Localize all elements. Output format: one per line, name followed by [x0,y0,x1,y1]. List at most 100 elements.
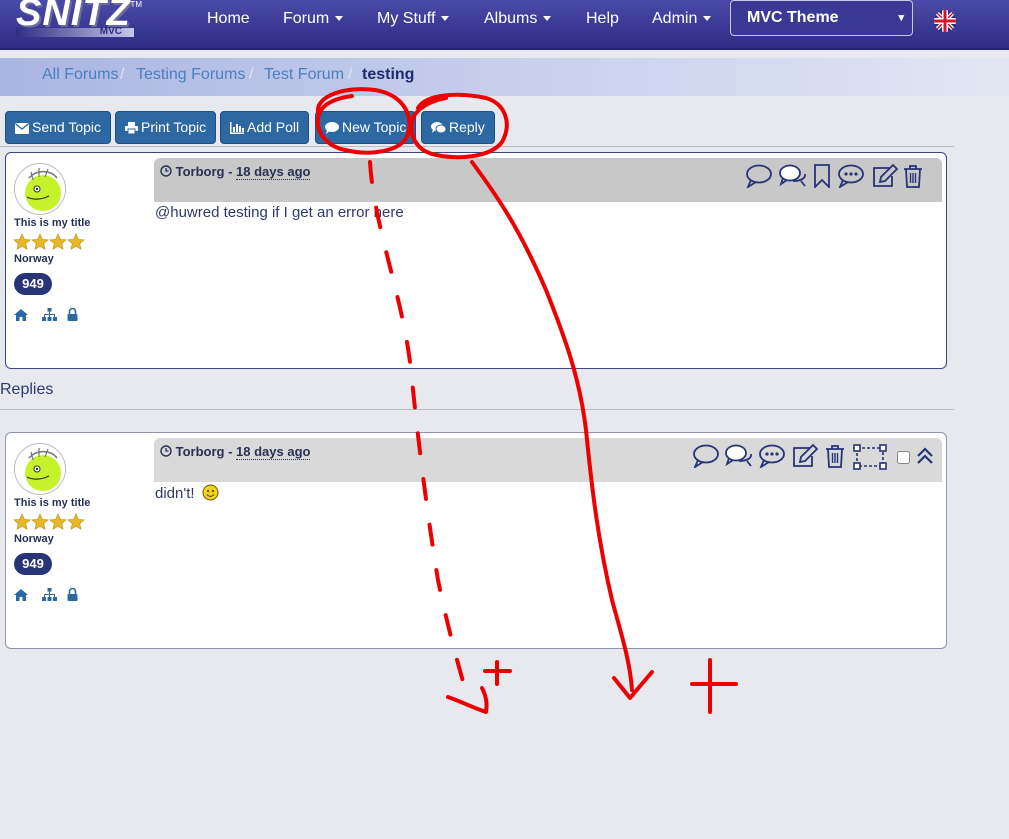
reply-button[interactable]: Reply [421,111,495,144]
post-header: Torborg - 18 days ago [154,438,942,482]
print-topic-button[interactable]: Print Topic [115,111,217,144]
nav-albums-label: Albums [484,10,538,27]
quote-icon[interactable] [693,444,719,473]
delete-icon[interactable] [825,444,845,473]
print-topic-label: Print Topic [141,119,207,135]
sitemap-icon[interactable] [42,308,57,326]
reply-post-icon[interactable] [838,164,864,193]
divider [0,146,954,147]
post-count-badge: 949 [14,553,52,575]
post-date: 18 days ago [236,164,311,180]
plus-small [483,660,512,686]
lock-icon[interactable] [67,587,78,606]
user-title: This is my title [14,497,91,509]
author-name[interactable]: Torborg [176,444,225,459]
send-topic-label: Send Topic [32,119,102,135]
bookmark-icon[interactable] [813,164,831,193]
theme-select-value: MVC Theme [747,9,839,26]
nav-home[interactable]: Home [207,9,250,29]
divider [0,409,954,410]
nav-my-stuff-label: My Stuff [377,10,436,27]
new-topic-button[interactable]: New Topic [315,111,417,144]
edit-icon[interactable] [792,443,819,473]
logo-tm: TM [130,0,142,9]
edit-icon[interactable] [872,163,899,193]
author-separator: - [224,164,237,179]
nav-help[interactable]: Help [586,9,619,29]
breadcrumb-separator: / [120,66,125,83]
caret-down-icon [335,16,344,22]
select-checkbox[interactable] [897,451,910,469]
sitemap-icon[interactable] [42,588,57,606]
replies-heading: Replies [0,381,54,398]
print-icon [125,122,138,135]
new-topic-label: New Topic [342,119,407,135]
breadcrumb: All Forums / Testing Forums / Test Forum… [0,58,1009,96]
quote-icon[interactable] [746,164,772,193]
caret-down-icon [703,16,712,22]
post-body: @huwred testing if I get an error here [155,204,404,221]
dashed-arrow-head [446,686,489,714]
nav-albums[interactable]: Albums [484,9,552,29]
avatar[interactable] [14,163,66,215]
reply-post: This is my title Norway 949 Torborg - 18… [5,432,947,649]
nav-forum-label: Forum [283,10,330,27]
envelope-icon [15,123,29,134]
theme-select[interactable]: MVC Theme ▾ [730,0,913,36]
clock-icon [160,445,172,457]
post-count-badge: 949 [14,273,52,295]
nav-admin[interactable]: Admin [652,9,712,29]
breadcrumb-testing-forums[interactable]: Testing Forums [136,66,245,84]
comment-icon [325,122,339,134]
send-topic-button[interactable]: Send Topic [5,111,112,144]
breadcrumb-separator: / [348,66,353,83]
nav-admin-label: Admin [652,10,698,27]
plus-large [690,658,738,714]
smile-emoji-icon [202,484,219,501]
add-poll-button[interactable]: Add Poll [220,111,310,144]
user-country: Norway [14,253,54,265]
post-author: Torborg - 18 days ago [160,164,311,180]
breadcrumb-current: testing [362,66,415,83]
reply-label: Reply [449,119,485,135]
post-body: didn't! [155,484,219,502]
avatar[interactable] [14,443,66,495]
user-title: This is my title [14,217,91,229]
post-header: Torborg - 18 days ago [154,158,942,202]
navbar: SNITZ MVC TM Home Forum My Stuff Albums … [0,0,1009,50]
home-icon[interactable] [14,588,28,606]
multi-quote-icon[interactable] [725,444,753,473]
author-separator: - [224,444,237,459]
author-name[interactable]: Torborg [176,164,225,179]
nav-forum[interactable]: Forum [283,9,344,29]
comments-icon [431,122,447,134]
clock-icon [160,165,172,177]
lock-icon[interactable] [67,307,78,326]
check-mark [612,670,654,700]
user-country: Norway [14,533,54,545]
breadcrumb-test-forum[interactable]: Test Forum [264,66,344,84]
reply-body-text: didn't! [155,485,195,502]
post-author: Torborg - 18 days ago [160,444,311,460]
caret-down-icon [543,16,552,22]
uk-flag-icon[interactable] [934,10,956,32]
post-date: 18 days ago [236,444,311,460]
split-topic-icon[interactable] [853,444,887,475]
nav-help-label: Help [586,10,619,27]
multi-quote-icon[interactable] [779,164,807,193]
reply-post-icon[interactable] [759,444,785,473]
home-icon[interactable] [14,308,28,326]
logo-sub: MVC [99,26,122,37]
select-arrow-icon: ▾ [898,12,904,24]
nav-my-stuff[interactable]: My Stuff [377,9,450,29]
chevron-up-icon[interactable] [916,446,934,471]
topic-post: This is my title Norway 949 Torborg - 18… [5,152,947,369]
snitz-logo[interactable]: SNITZ MVC TM [14,0,142,42]
breadcrumb-separator: / [249,66,254,83]
breadcrumb-all-forums[interactable]: All Forums [42,66,118,84]
caret-down-icon [441,16,450,22]
nav-home-label: Home [207,10,250,27]
add-poll-label: Add Poll [247,119,300,135]
bar-chart-icon [230,122,244,134]
delete-icon[interactable] [903,164,923,193]
